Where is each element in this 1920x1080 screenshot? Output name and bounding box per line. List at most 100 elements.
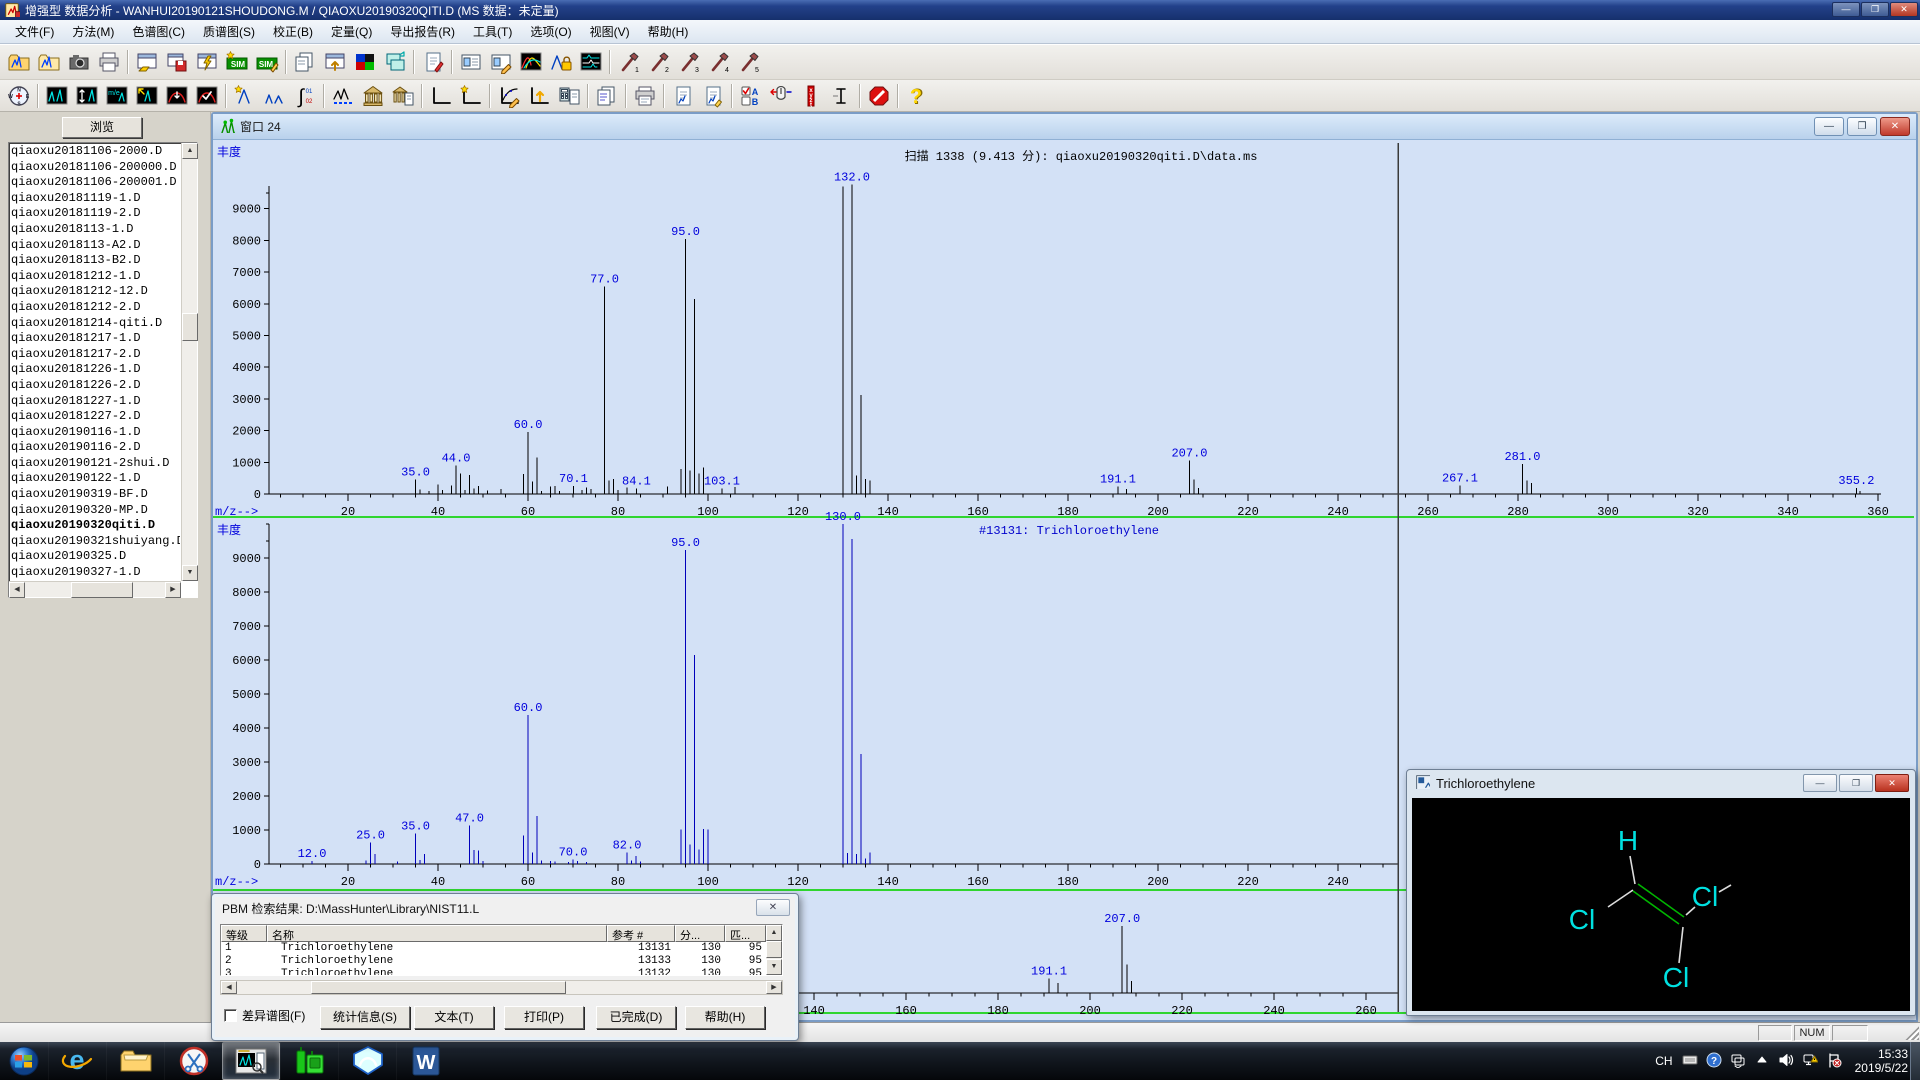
keyboard-icon[interactable] xyxy=(1682,1052,1698,1071)
scrollbar-thumb[interactable] xyxy=(182,313,198,341)
scrollbar-thumb[interactable] xyxy=(311,981,566,994)
minimize-icon[interactable]: — xyxy=(1814,117,1844,136)
menu-文件[interactable]: 文件(F) xyxy=(6,20,63,43)
small-peaks-icon[interactable] xyxy=(260,83,290,109)
pbm-column-header[interactable]: 匹... xyxy=(725,925,766,942)
instrument-control-icon[interactable] xyxy=(280,1042,338,1080)
sim-edit-icon[interactable]: SIM xyxy=(252,48,282,76)
report-b-icon[interactable] xyxy=(698,83,728,109)
input-language-indicator[interactable]: CH xyxy=(1655,1054,1672,1068)
list-item[interactable]: qiaoxu20190321shuiyang.D xyxy=(11,534,180,550)
file-list-vertical-scrollbar[interactable]: ▲ ▼ xyxy=(181,143,198,581)
cursor-tool-icon[interactable] xyxy=(826,83,856,109)
pbm-column-header[interactable]: 参考 # xyxy=(607,925,675,942)
show-desktop-button[interactable] xyxy=(1910,1042,1920,1080)
pbm-table-vertical-scrollbar[interactable]: ▲ ▼ xyxy=(766,925,782,975)
close-icon[interactable]: ✕ xyxy=(756,899,790,916)
peak-accept-icon[interactable] xyxy=(192,83,222,109)
list-item[interactable]: qiaoxu20190116-2.D xyxy=(11,440,180,456)
menu-工具[interactable]: 工具(T) xyxy=(464,20,521,43)
load-method-icon[interactable] xyxy=(34,48,64,76)
signal-lock-icon[interactable] xyxy=(546,48,576,76)
tool-4-icon[interactable]: 4 xyxy=(704,48,734,76)
copy-doc-icon[interactable] xyxy=(592,83,622,109)
file-list-horizontal-scrollbar[interactable]: ◀ ▶ xyxy=(9,581,181,598)
pbm-button-5[interactable]: 帮助(H) xyxy=(685,1006,765,1029)
snapshot-icon[interactable] xyxy=(64,48,94,76)
axes-wand-icon[interactable] xyxy=(456,83,486,109)
stop-icon[interactable] xyxy=(864,83,894,109)
list-item[interactable]: qiaoxu20181226-1.D xyxy=(11,362,180,378)
snipping-tool-icon[interactable] xyxy=(164,1042,222,1080)
scroll-down-icon[interactable]: ▼ xyxy=(182,565,198,581)
tool-5-icon[interactable]: 5 xyxy=(734,48,764,76)
save-method-icon[interactable] xyxy=(162,48,192,76)
action-center-icon[interactable] xyxy=(1826,1052,1842,1071)
list-item[interactable]: qiaoxu20181226-2.D xyxy=(11,378,180,394)
pbm-table-horizontal-scrollbar[interactable]: ◀ ▶ xyxy=(220,980,783,995)
spectrum-mz-icon[interactable]: m/e xyxy=(102,83,132,109)
internet-explorer-icon[interactable]: e xyxy=(48,1042,106,1080)
close-icon[interactable]: ✕ xyxy=(1875,774,1909,792)
tool-3-icon[interactable]: 3 xyxy=(674,48,704,76)
print-icon[interactable] xyxy=(94,48,124,76)
list-item[interactable]: qiaoxu20181217-2.D xyxy=(11,347,180,363)
integrate-icon[interactable]: ∫ 01 02 xyxy=(290,83,320,109)
open-window-icon[interactable] xyxy=(132,48,162,76)
calc-report-icon[interactable] xyxy=(554,83,584,109)
navigator-icon[interactable]: NSWE xyxy=(4,83,34,109)
chromatogram-icon[interactable] xyxy=(42,83,72,109)
list-item[interactable]: qiaoxu20190325.D xyxy=(11,549,180,565)
scroll-left-icon[interactable]: ◀ xyxy=(221,981,237,994)
resize-grip[interactable] xyxy=(1905,1026,1919,1040)
axes-icon[interactable] xyxy=(426,83,456,109)
pbm-column-header[interactable]: 名称 xyxy=(267,925,607,942)
pbm-column-header[interactable]: 等级 xyxy=(221,925,267,942)
list-item[interactable]: qiaoxu20181227-2.D xyxy=(11,409,180,425)
window-24-title-bar[interactable]: 窗口 24 — ❐ ✕ xyxy=(213,114,1916,140)
list-item[interactable]: qiaoxu20181119-2.D xyxy=(11,206,180,222)
checkbox-box[interactable] xyxy=(224,1009,237,1022)
list-item[interactable]: qiaoxu2018113-B2.D xyxy=(11,253,180,269)
library-doc-icon[interactable] xyxy=(388,83,418,109)
load-data-file-icon[interactable] xyxy=(4,48,34,76)
list-item[interactable]: qiaoxu20181106-2000.D xyxy=(11,144,180,160)
start-button[interactable] xyxy=(0,1042,48,1080)
list-item[interactable]: qiaoxu20190122-1.D xyxy=(11,471,180,487)
scrollbar-thumb[interactable] xyxy=(71,582,133,598)
structure-window-title-bar[interactable]: Trichloroethylene — ❐ ✕ xyxy=(1407,770,1915,796)
report-a-icon[interactable] xyxy=(668,83,698,109)
list-item[interactable]: qiaoxu20181212-12.D xyxy=(11,284,180,300)
peak-wand-icon[interactable] xyxy=(230,83,260,109)
list-item[interactable]: qiaoxu2018113-1.D xyxy=(11,222,180,238)
menu-方法[interactable]: 方法(M) xyxy=(63,20,123,43)
menu-视图[interactable]: 视图(V) xyxy=(581,20,639,43)
menu-导出报告[interactable]: 导出报告(R) xyxy=(381,20,464,43)
overlay-signals-icon[interactable] xyxy=(516,48,546,76)
menu-选项[interactable]: 选项(O) xyxy=(521,20,580,43)
browse-button[interactable]: 浏览 xyxy=(62,117,142,138)
taskbar-clock[interactable]: 15:33 2019/5/22 xyxy=(1855,1047,1908,1075)
list-item[interactable]: qiaoxu20190327-1.D xyxy=(11,565,180,580)
menu-帮助[interactable]: 帮助(H) xyxy=(639,20,698,43)
list-item[interactable]: qiaoxu20181227-1.D xyxy=(11,394,180,410)
minimize-icon[interactable]: — xyxy=(1832,2,1860,17)
pbm-button-2[interactable]: 文本(T) xyxy=(414,1006,494,1029)
new-window-icon[interactable] xyxy=(320,48,350,76)
pbm-results-table[interactable]: 等级 名称 参考 # 分... 匹... 1 Trichloroethylene 13131… xyxy=(220,924,783,976)
tool-2-icon[interactable]: 2 xyxy=(644,48,674,76)
mass-spectrum-scan[interactable]: 丰度 扫描 1338 (9.413 分): qiaoxu20190320qiti.… xyxy=(215,144,1889,519)
pbm-result-row[interactable]: 1 Trichloroethylene 13131 130 95 xyxy=(221,942,782,955)
menu-质谱图[interactable]: 质谱图(S) xyxy=(194,20,264,43)
menu-定量[interactable]: 定量(Q) xyxy=(322,20,381,43)
pbm-button-4[interactable]: 已完成(D) xyxy=(596,1006,676,1029)
scroll-up-icon[interactable]: ▲ xyxy=(182,143,198,159)
mass-spectrum-library[interactable]: 丰度 #13131: Trichloroethylene 0 1000 2000 3000… xyxy=(215,510,1398,889)
scroll-right-icon[interactable]: ▶ xyxy=(766,981,782,994)
list-item[interactable]: qiaoxu20181106-200000.D xyxy=(11,160,180,176)
pbm-button-1[interactable]: 统计信息(S) xyxy=(320,1006,410,1029)
network-warning-icon[interactable] xyxy=(1802,1052,1819,1071)
scroll-left-icon[interactable]: ◀ xyxy=(9,582,25,598)
molecule-structure-canvas[interactable]: H Cl Cl Cl xyxy=(1412,798,1910,1011)
maximize-icon[interactable]: ❐ xyxy=(1861,2,1889,17)
